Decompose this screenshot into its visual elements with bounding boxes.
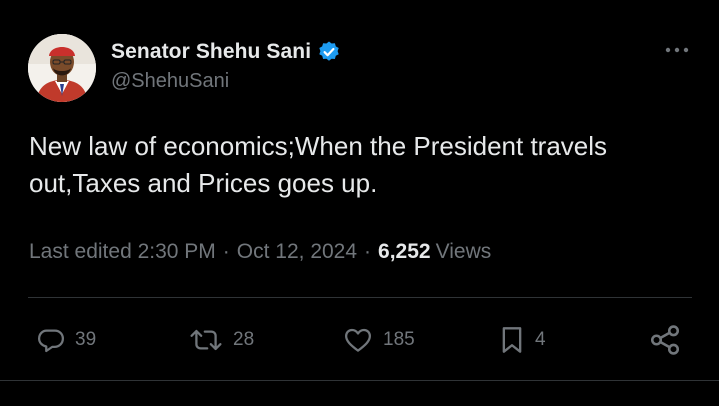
tweet-meta: Last edited 2:30 PM · Oct 12, 2024 · 6,2… [29,240,491,264]
more-horizontal-icon [665,47,689,53]
bookmark-icon [502,327,522,353]
more-options-button[interactable] [662,38,692,62]
reply-icon [38,329,64,353]
author-handle[interactable]: @ShehuSani [111,70,341,93]
repost-button[interactable]: 28 [188,318,254,362]
meta-separator: · [222,240,230,263]
heart-icon [345,328,371,352]
share-icon [650,325,680,355]
share-button[interactable] [648,318,682,362]
like-button[interactable]: 185 [342,318,415,362]
avatar[interactable] [28,34,96,102]
divider [0,380,719,381]
tweet-card: Senator Shehu Sani @ShehuSani New law of… [0,0,719,406]
like-count: 185 [383,329,415,350]
author-display-name[interactable]: Senator Shehu Sani [111,40,311,64]
tweet-date[interactable]: Oct 12, 2024 [237,240,357,264]
action-bar: 39 28 185 4 [28,318,692,362]
divider [28,297,692,298]
edited-timestamp[interactable]: Last edited 2:30 PM [29,240,216,264]
author-name-row: Senator Shehu Sani [111,37,341,67]
reply-button[interactable]: 39 [36,318,96,362]
tweet-text: New law of economics;When the President … [29,131,615,198]
reply-count: 39 [75,329,97,350]
meta-separator: · [364,240,372,263]
bookmark-count: 4 [535,329,546,350]
bookmark-button[interactable]: 4 [498,318,546,362]
repost-count: 28 [233,329,255,350]
views-count[interactable]: 6,252 [378,240,431,264]
views-label: Views [435,240,492,263]
repost-icon [190,329,222,351]
avatar-image [28,34,96,102]
author-block: Senator Shehu Sani @ShehuSani [111,37,341,93]
verified-badge-icon[interactable] [317,40,341,64]
